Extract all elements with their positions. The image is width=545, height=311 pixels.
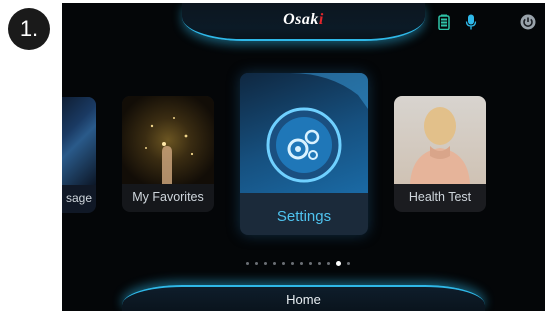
page-dot[interactable] xyxy=(318,262,321,265)
massage-image xyxy=(62,97,96,185)
card-my-favorites-label: My Favorites xyxy=(132,190,204,204)
card-settings-label: Settings xyxy=(276,208,332,225)
home-button[interactable]: Home xyxy=(62,292,545,307)
settings-image xyxy=(240,73,368,193)
page-dot[interactable] xyxy=(246,262,249,265)
card-massage-label: sage xyxy=(65,191,92,205)
page-indicator xyxy=(246,261,350,266)
page-dot[interactable] xyxy=(347,262,350,265)
page-dot[interactable] xyxy=(273,262,276,265)
power-icon[interactable] xyxy=(520,14,536,30)
microphone-icon[interactable] xyxy=(465,14,477,30)
page-dot[interactable] xyxy=(309,262,312,265)
card-massage[interactable]: sage xyxy=(62,97,96,213)
card-my-favorites[interactable]: My Favorites xyxy=(122,96,214,212)
page-dot[interactable] xyxy=(300,262,303,265)
top-bar: Osaki xyxy=(62,3,545,43)
page-dot[interactable] xyxy=(282,262,285,265)
page-dot[interactable] xyxy=(327,262,330,265)
card-health-test-label: Health Test xyxy=(408,190,472,204)
page-dot[interactable] xyxy=(291,262,294,265)
page-dot[interactable] xyxy=(336,261,341,266)
favorites-sparkle-icon xyxy=(145,117,194,184)
card-health-test[interactable]: Health Test xyxy=(394,96,486,212)
step-number: 1. xyxy=(19,16,39,41)
page-dot[interactable] xyxy=(255,262,258,265)
settings-gear-icon xyxy=(266,73,368,183)
card-settings[interactable]: Settings xyxy=(240,73,368,235)
favorites-image xyxy=(122,96,214,184)
step-badge: 1. xyxy=(8,8,50,50)
page-dot[interactable] xyxy=(264,262,267,265)
device-screen: Osaki sage My Favorites Settings Health … xyxy=(62,3,545,311)
battery-icon xyxy=(438,14,450,30)
bottom-bar: Home xyxy=(62,281,545,311)
health-person-icon xyxy=(410,107,470,184)
health-test-image xyxy=(394,96,486,184)
